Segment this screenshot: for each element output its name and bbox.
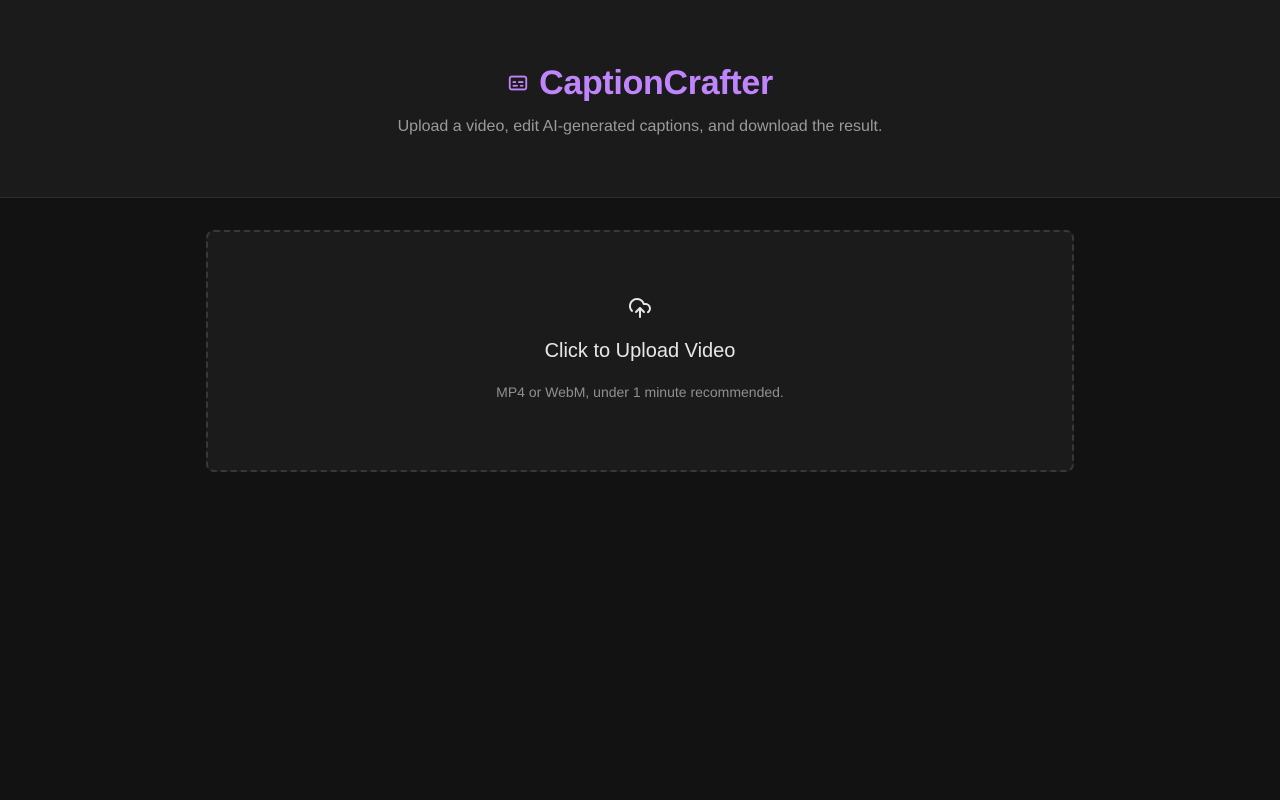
upload-hint: MP4 or WebM, under 1 minute recommended.: [496, 384, 784, 400]
cloud-upload-icon: [628, 296, 652, 320]
brand: CaptionCrafter: [507, 62, 773, 104]
app-header: CaptionCrafter Upload a video, edit AI-g…: [0, 0, 1280, 198]
upload-dropzone[interactable]: Click to Upload Video MP4 or WebM, under…: [206, 230, 1074, 472]
app-subtitle: Upload a video, edit AI-generated captio…: [397, 118, 883, 135]
upload-title: Click to Upload Video: [544, 340, 736, 362]
app-title: CaptionCrafter: [539, 64, 773, 102]
captions-icon: [507, 72, 529, 94]
main-content: Click to Upload Video MP4 or WebM, under…: [0, 198, 1280, 472]
